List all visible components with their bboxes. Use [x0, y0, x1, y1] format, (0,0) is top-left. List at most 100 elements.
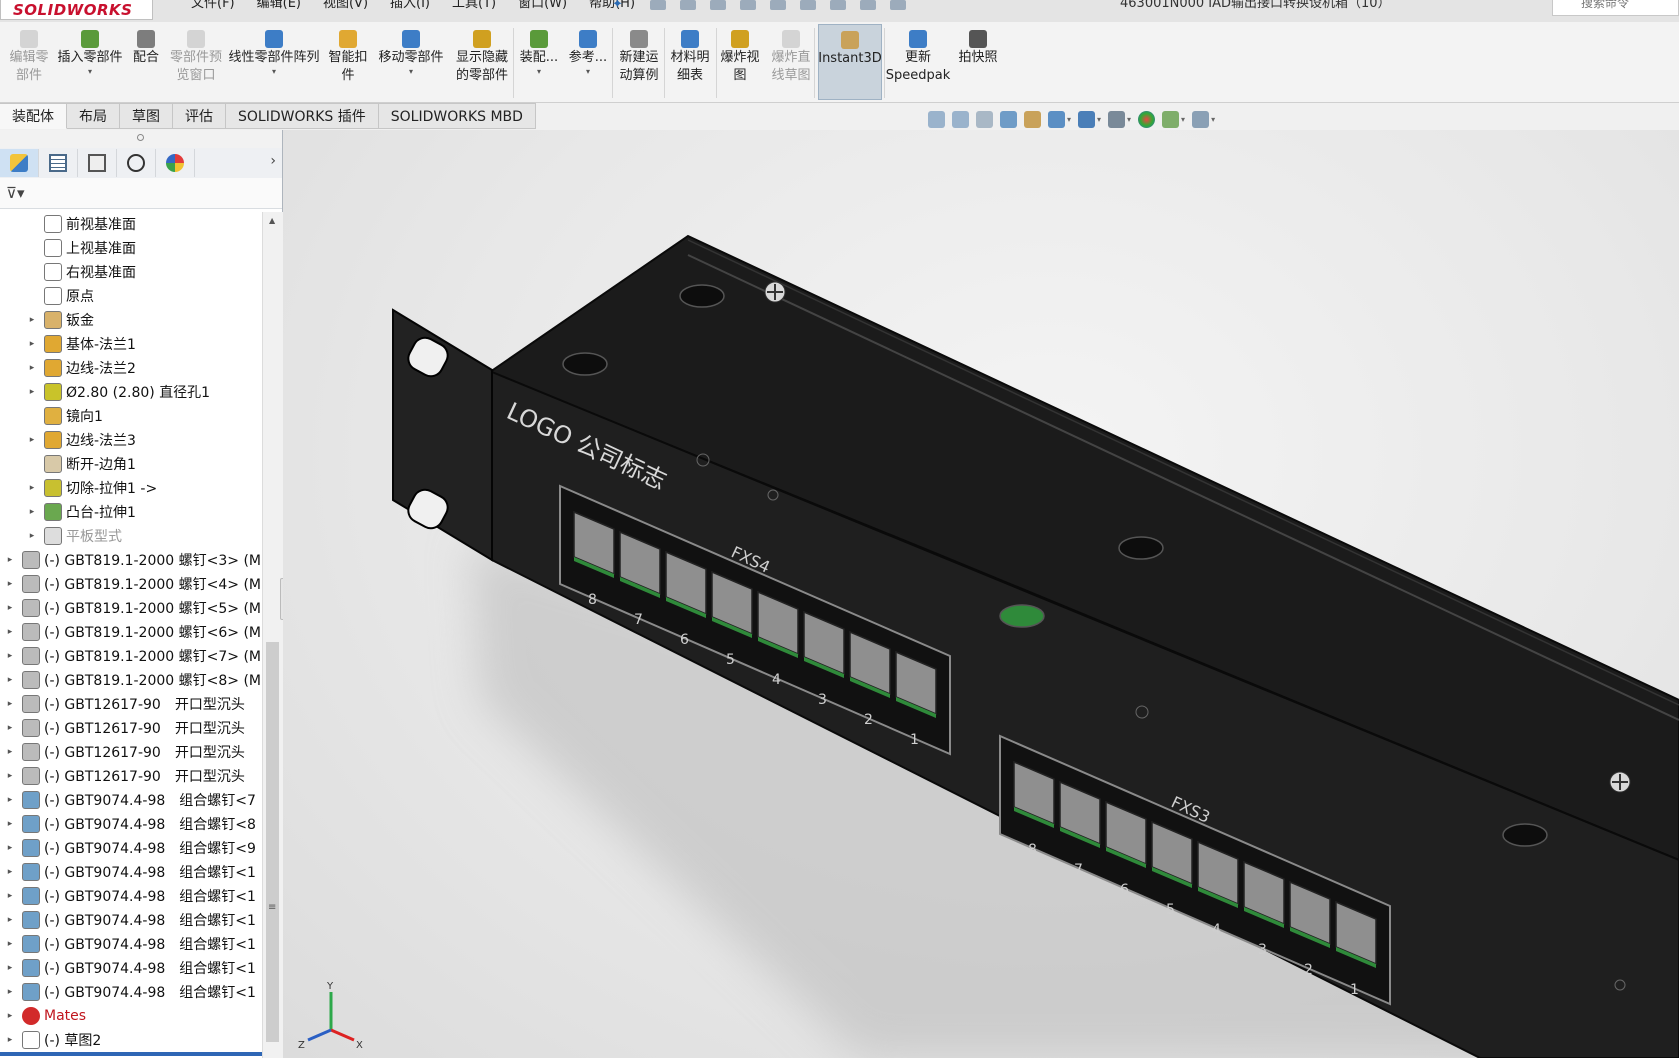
tab-3[interactable]: 评估 — [173, 103, 226, 129]
property-manager-tab[interactable] — [39, 149, 78, 177]
linear-pattern-button[interactable]: 线性零部件阵列 ▾ — [226, 24, 322, 100]
expand-arrow-icon[interactable]: ▸ — [26, 531, 38, 541]
show-hidden-button[interactable]: 显示隐藏 的零部件 — [452, 24, 512, 100]
chevron-down-icon[interactable]: ▾ — [409, 67, 413, 77]
zoom-to-fit-icon[interactable] — [928, 110, 945, 128]
tree-item[interactable]: ▸ (-) GBT12617-90 开口型沉头 — [0, 716, 262, 740]
section-view-icon[interactable] — [1000, 110, 1017, 128]
tree-item[interactable]: ▸ 基体-法兰1 — [0, 332, 262, 356]
tree-item[interactable]: ▸ (-) GBT9074.4-98 组合螺钉<9 — [0, 836, 262, 860]
hide-show-items-icon[interactable] — [1108, 110, 1126, 128]
solidworks-logo[interactable]: SOLIDWORKS — [0, 0, 153, 20]
feature-manager-tab[interactable] — [0, 149, 39, 177]
undo-icon[interactable] — [770, 0, 786, 10]
expand-arrow-icon[interactable]: ▸ — [4, 915, 16, 925]
expand-arrow-icon[interactable]: ▸ — [4, 819, 16, 829]
tree-item[interactable]: ▸ (-) GBT9074.4-98 组合螺钉<8 — [0, 812, 262, 836]
tab-2[interactable]: 草图 — [120, 103, 173, 129]
chevron-down-icon[interactable]: ▾ — [537, 67, 541, 77]
chevron-down-icon[interactable]: ▾ — [586, 67, 590, 77]
assembly-features-button[interactable]: 装配... ▾ — [516, 24, 562, 100]
chevron-down-icon[interactable]: ▾ — [272, 67, 276, 77]
component-preview-button[interactable]: 零部件预 览窗口 — [168, 24, 224, 100]
pin-icon[interactable]: ✦ — [612, 0, 623, 11]
move-component-button[interactable]: 移动零部件 ▾ — [374, 24, 448, 100]
tree-scrollbar[interactable]: ▲ ≡ — [262, 212, 283, 1058]
tree-item[interactable]: ▸ (-) GBT819.1-2000 螺钉<4> (M — [0, 572, 262, 596]
expand-arrow-icon[interactable]: ▸ — [4, 867, 16, 877]
tree-item[interactable]: ▸ (-) GBT9074.4-98 组合螺钉<1 — [0, 908, 262, 932]
view-orientation-icon[interactable] — [1048, 110, 1065, 128]
tree-item[interactable]: ▸ (-) GBT9074.4-98 组合螺钉<1 — [0, 956, 262, 980]
tree-item[interactable]: ▸ 钣金 — [0, 308, 262, 332]
chevron-right-icon[interactable]: › — [270, 153, 276, 169]
tree-item[interactable]: ▸ 凸台-拉伸1 — [0, 500, 262, 524]
tree-item[interactable]: ▸ (-) GBT819.1-2000 螺钉<7> (M — [0, 644, 262, 668]
tree-item[interactable]: 前视基准面 — [0, 212, 262, 236]
tree-item[interactable]: ▸ (-) GBT12617-90 开口型沉头 — [0, 740, 262, 764]
tree-item[interactable]: ▸ 边线-法兰2 — [0, 356, 262, 380]
tree-item[interactable]: ▸ (-) GBT9074.4-98 组合螺钉<1 — [0, 980, 262, 1004]
tree-item[interactable]: ▸ (-) GBT9074.4-98 组合螺钉<1 — [0, 884, 262, 908]
expand-arrow-icon[interactable]: ▸ — [26, 483, 38, 493]
take-snapshot-button[interactable]: 拍快照 — [954, 24, 1002, 100]
tree-item[interactable]: ▸ (-) GBT819.1-2000 螺钉<6> (M — [0, 620, 262, 644]
expand-arrow-icon[interactable]: ▸ — [26, 339, 38, 349]
model-view[interactable]: LOGO 公司标志 FXS487654321FXS387654321 — [283, 130, 1679, 1058]
view-settings-icon[interactable] — [1192, 110, 1210, 128]
tree-item[interactable]: 原点 — [0, 284, 262, 308]
dimxpert-manager-tab[interactable] — [117, 149, 156, 177]
tab-1[interactable]: 布局 — [67, 103, 120, 129]
tree-item[interactable]: ▸ (-) GBT819.1-2000 螺钉<8> (M — [0, 668, 262, 692]
file-properties-icon[interactable] — [860, 0, 876, 10]
tab-0[interactable]: 装配体 — [0, 103, 67, 129]
tree-item[interactable]: ▸ (-) 草图2 — [0, 1028, 262, 1052]
new-motion-study-button[interactable]: 新建运 动算例 — [614, 24, 664, 100]
tree-item[interactable]: 镜向1 — [0, 404, 262, 428]
graphics-area[interactable]: LOGO 公司标志 FXS4 8 7 6 5 4 3 2 1 FXS3 8 7 6 5 4 3 2 1 Y X Z — [283, 130, 1679, 1058]
tree-item[interactable]: ▸ Mates — [0, 1004, 262, 1028]
rebuild-icon[interactable] — [830, 0, 846, 10]
expand-arrow-icon[interactable]: ▸ — [26, 315, 38, 325]
mate-button[interactable]: 配合 — [128, 24, 164, 100]
expand-arrow-icon[interactable]: ▸ — [4, 579, 16, 589]
options-gear-icon[interactable] — [890, 0, 906, 10]
expand-arrow-icon[interactable]: ▸ — [4, 843, 16, 853]
menu-item[interactable]: 工具(T) — [441, 0, 507, 16]
tab-4[interactable]: SOLIDWORKS 插件 — [226, 103, 379, 129]
panel-grip[interactable] — [137, 134, 144, 141]
zoom-area-icon[interactable] — [952, 110, 969, 128]
display-manager-tab[interactable] — [156, 149, 195, 177]
menu-item[interactable]: 插入(I) — [379, 0, 441, 16]
menu-item[interactable]: 编辑(E) — [246, 0, 312, 16]
menu-item[interactable]: 窗口(W) — [507, 0, 578, 16]
tree-item[interactable]: ▸ 切除-拉伸1 -> — [0, 476, 262, 500]
tree-item[interactable]: ▸ 边线-法兰3 — [0, 428, 262, 452]
expand-arrow-icon[interactable]: ▸ — [26, 387, 38, 397]
scroll-up-icon[interactable]: ▲ — [269, 216, 275, 225]
tree-item[interactable]: 右视基准面 — [0, 260, 262, 284]
display-style-icon[interactable] — [1078, 110, 1096, 128]
tree-item[interactable]: ▸ (-) GBT819.1-2000 螺钉<5> (M — [0, 596, 262, 620]
expand-arrow-icon[interactable]: ▸ — [4, 1011, 16, 1021]
expand-arrow-icon[interactable]: ▸ — [4, 627, 16, 637]
instant3d-button[interactable]: Instant3D — [818, 24, 882, 100]
new-document-icon[interactable] — [650, 0, 666, 10]
search-commands-input[interactable]: 搜索命令 — [1552, 0, 1679, 16]
smart-fasteners-button[interactable]: 智能扣件 — [326, 24, 370, 100]
expand-arrow-icon[interactable]: ▸ — [4, 963, 16, 973]
tree-item[interactable]: ▸ (-) GBT819.1-2000 螺钉<3> (M — [0, 548, 262, 572]
expand-arrow-icon[interactable]: ▸ — [4, 747, 16, 757]
select-icon[interactable] — [800, 0, 816, 10]
insert-component-button[interactable]: 插入零部件 ▾ — [56, 24, 124, 100]
expand-arrow-icon[interactable]: ▸ — [4, 603, 16, 613]
tree-item[interactable]: ▸ 平板型式 — [0, 524, 262, 548]
previous-view-icon[interactable] — [976, 110, 993, 128]
update-speedpak-button[interactable]: 更新 Speedpak — [886, 24, 950, 100]
edit-component-button[interactable]: 编辑零 部件 — [4, 24, 54, 100]
tree-item[interactable]: ▸ (-) GBT9074.4-98 组合螺钉<7 — [0, 788, 262, 812]
tree-item[interactable]: 上视基准面 — [0, 236, 262, 260]
edit-appearance-icon[interactable] — [1138, 110, 1156, 128]
tree-item[interactable]: ▸ (-) GBT12617-90 开口型沉头 — [0, 764, 262, 788]
chevron-down-icon[interactable]: ▾ — [88, 67, 92, 77]
